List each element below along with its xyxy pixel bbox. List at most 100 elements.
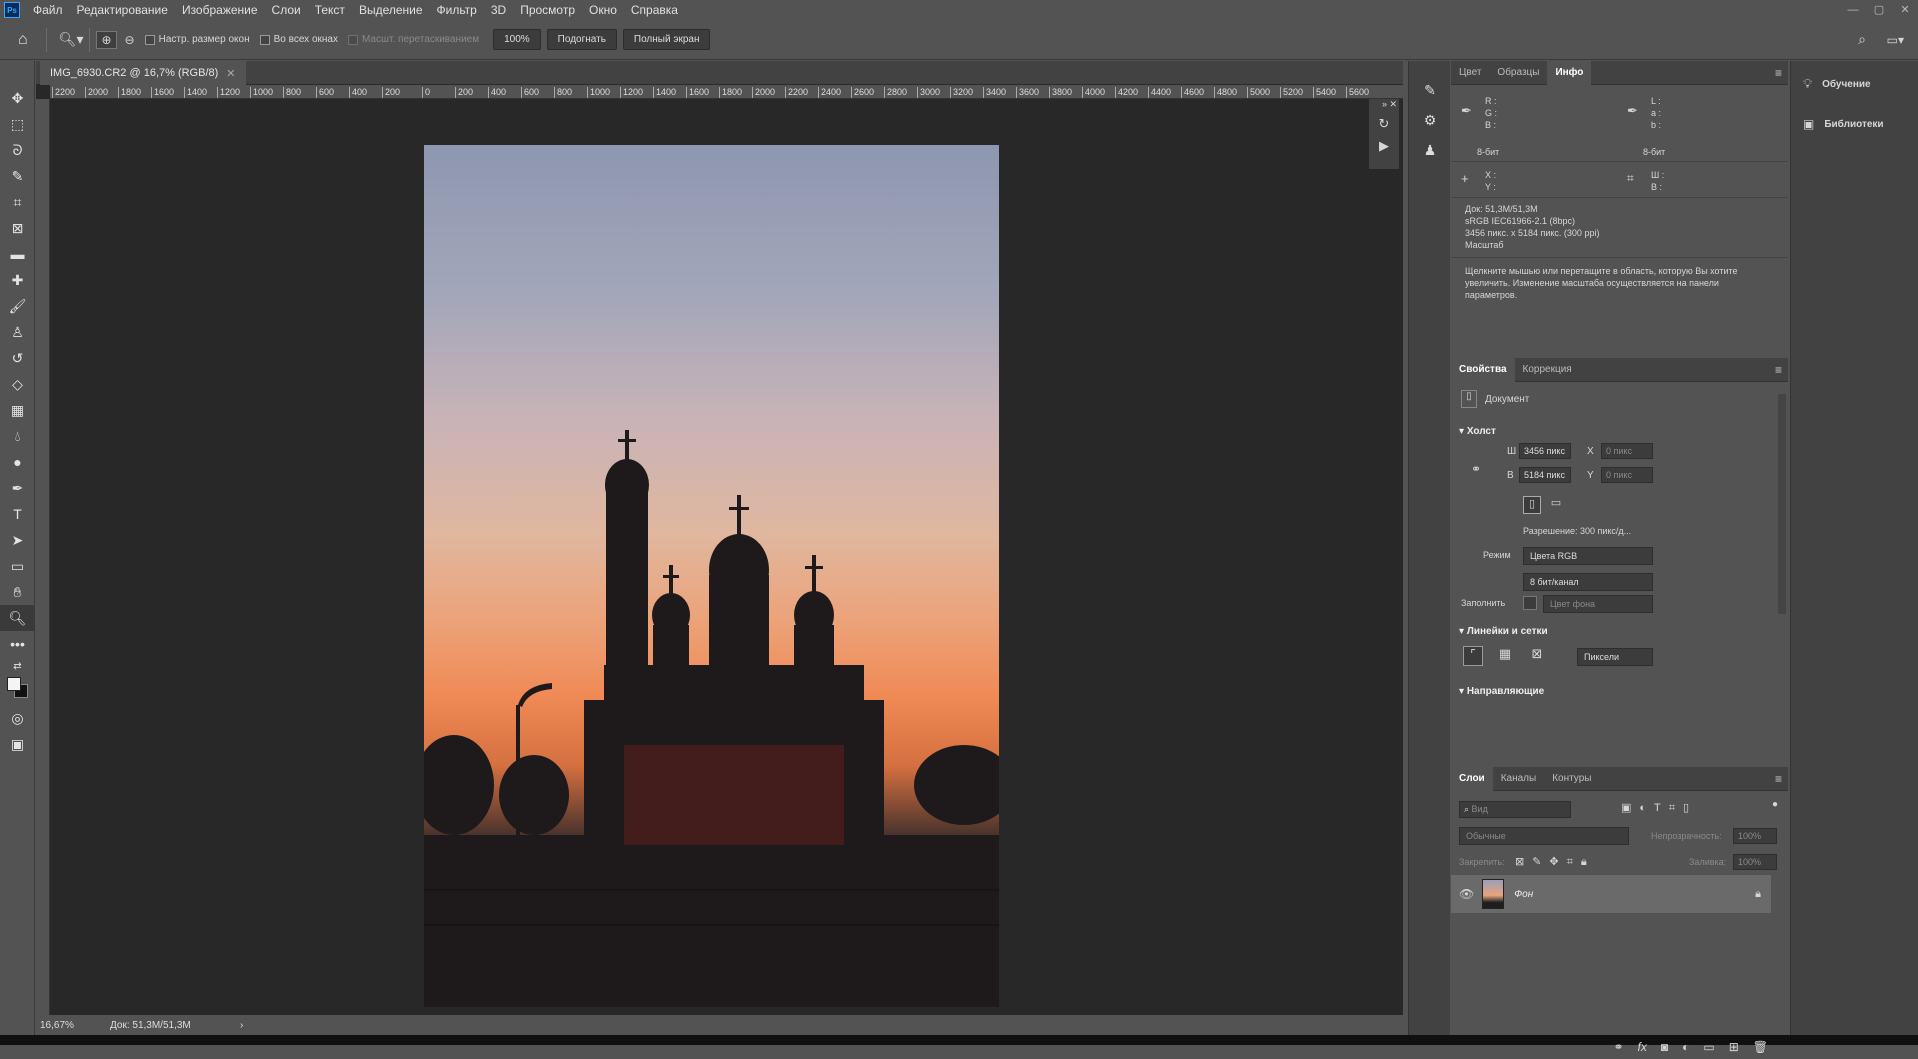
pen-tool-icon[interactable]: ✒ (0, 475, 35, 501)
history-brush-icon[interactable]: ↺ (0, 345, 35, 371)
link-layers-icon[interactable]: ⚭ (1613, 1040, 1623, 1054)
grid-toggle-icon[interactable]: ▦ (1495, 646, 1515, 666)
home-icon[interactable]: ⌂ (18, 31, 28, 49)
path-select-tool-icon[interactable]: ➤ (0, 527, 35, 553)
width-field[interactable]: 3456 пикс (1519, 443, 1571, 459)
link-icon[interactable]: ⚭ (1471, 462, 1481, 476)
learn-item[interactable]: 💡︎ Обучение (1791, 69, 1918, 99)
tab-properties[interactable]: Свойства (1451, 357, 1515, 382)
filter-toggle-icon[interactable]: ● (1772, 799, 1778, 810)
stamp-tool-icon[interactable]: ♙ (0, 319, 35, 345)
x-field[interactable]: 0 пикс (1601, 443, 1653, 459)
layer-row[interactable]: 👁︎ Фон 🔒︎ (1451, 875, 1771, 913)
play-action-icon[interactable]: ▶ (1369, 138, 1399, 154)
bit-depth-select[interactable]: 8 бит/канал (1523, 573, 1653, 591)
y-field[interactable]: 0 пикс (1601, 467, 1653, 483)
delete-layer-icon[interactable]: 🗑︎ (1753, 1040, 1768, 1054)
color-swatches[interactable] (0, 675, 35, 705)
mode-select[interactable]: Цвета RGB (1523, 547, 1653, 565)
ruler-toggle-icon[interactable]: ⌜ (1463, 646, 1483, 666)
panel-menu-icon[interactable]: ≡ (1775, 363, 1782, 377)
minimize-button[interactable]: — (1840, 0, 1866, 20)
type-tool-icon[interactable]: T (0, 501, 35, 527)
document-tab[interactable]: IMG_6930.CR2 @ 16,7% (RGB/8) ✕ (40, 61, 246, 85)
tab-channels[interactable]: Каналы (1493, 767, 1545, 791)
quick-select-tool-icon[interactable]: ✎ (0, 163, 35, 189)
hand-tool-icon[interactable]: ✋︎ (0, 579, 35, 605)
status-menu-arrow[interactable]: › (240, 1020, 243, 1031)
quick-mask-icon[interactable]: ◎ (0, 705, 35, 731)
fullscreen-button[interactable]: Полный экран (622, 29, 711, 50)
workspace-icon[interactable]: ▭▾ (1887, 33, 1904, 47)
screen-mode-icon[interactable]: ▣ (0, 731, 35, 757)
menu-window[interactable]: Окно (582, 3, 624, 17)
rectangle-tool-icon[interactable]: ▭ (0, 553, 35, 579)
fx-icon[interactable]: fx (1638, 1040, 1647, 1054)
brush-settings-icon[interactable]: ✎ (1409, 75, 1451, 105)
add-mask-icon[interactable]: ◙ (1661, 1040, 1668, 1054)
guides-header[interactable]: ▾ Направляющие (1451, 680, 1552, 703)
tab-swatches[interactable]: Образцы (1489, 61, 1547, 85)
zoom-in-icon[interactable]: ⊕ (96, 30, 117, 49)
gradient-tool-icon[interactable]: ▦ (0, 397, 35, 423)
tab-layers[interactable]: Слои (1451, 766, 1493, 791)
blur-tool-icon[interactable]: 💧︎ (0, 423, 35, 449)
portrait-orientation-icon[interactable]: ▯ (1523, 496, 1541, 514)
adjust-icon[interactable]: ⚙ (1409, 105, 1451, 135)
marquee-tool-icon[interactable]: ⬚ (0, 111, 35, 137)
zoom-level[interactable]: 16,67% (40, 1020, 110, 1031)
search-icon[interactable]: ⌕ (1858, 31, 1866, 48)
tab-adjustments[interactable]: Коррекция (1515, 358, 1580, 382)
rulers-grids-header[interactable]: ▾ Линейки и сетки (1451, 620, 1556, 643)
dodge-tool-icon[interactable]: ● (0, 449, 35, 475)
menu-file[interactable]: Файл (26, 3, 70, 17)
maximize-button[interactable]: ▢ (1866, 0, 1892, 20)
healing-tool-icon[interactable]: ✚ (0, 267, 35, 293)
panel-menu-icon[interactable]: ≡ (1775, 66, 1782, 80)
new-layer-icon[interactable]: ⊞ (1729, 1040, 1739, 1054)
eraser-tool-icon[interactable]: ◇ (0, 371, 35, 397)
new-group-icon[interactable]: ▭ (1703, 1040, 1714, 1054)
more-tools-icon[interactable]: ••• (0, 631, 35, 657)
frame-tool-icon[interactable]: ⊠ (0, 215, 35, 241)
menu-layers[interactable]: Слои (265, 3, 308, 17)
menu-help[interactable]: Справка (624, 3, 685, 17)
brush-tool-icon[interactable]: 🖌︎ (0, 293, 35, 319)
menu-edit[interactable]: Редактирование (70, 3, 175, 17)
menu-select[interactable]: Выделение (352, 3, 430, 17)
lasso-tool-icon[interactable]: ᘐ (0, 137, 35, 163)
close-tab-icon[interactable]: ✕ (226, 67, 235, 80)
opacity-field[interactable]: 100% (1733, 828, 1777, 844)
zoom-tool-icon[interactable]: 🔍︎ (0, 605, 35, 631)
adjustment-layer-icon[interactable]: ◐ (1682, 1040, 1689, 1054)
canvas-workspace[interactable]: » ✕ ↻ ▶ (50, 99, 1403, 1017)
menu-view[interactable]: Просмотр (513, 3, 582, 17)
resize-windows-checkbox[interactable] (144, 34, 155, 45)
panel-menu-icon[interactable]: ≡ (1775, 772, 1782, 786)
fill-swatch[interactable] (1523, 596, 1537, 610)
fill-select[interactable]: Цвет фона (1543, 595, 1653, 613)
scrubby-zoom-checkbox[interactable] (347, 34, 358, 45)
blend-mode-select[interactable]: Обычные (1459, 827, 1629, 845)
landscape-orientation-icon[interactable]: ▭ (1547, 496, 1565, 514)
fit-button[interactable]: Подогнать (546, 29, 617, 50)
tab-paths[interactable]: Контуры (1544, 767, 1599, 791)
tab-color[interactable]: Цвет (1451, 61, 1489, 85)
layer-name[interactable]: Фон (1514, 889, 1533, 900)
canvas-section-header[interactable]: ▾ Холст (1451, 420, 1504, 443)
menu-3d[interactable]: 3D (484, 3, 513, 17)
visibility-eye-icon[interactable]: 👁︎ (1459, 887, 1474, 901)
move-tool-icon[interactable]: ✥ (0, 85, 35, 111)
tab-info[interactable]: Инфо (1547, 60, 1592, 85)
lock-icons[interactable]: ⊠✎✥⌗🔒︎ (1515, 855, 1595, 869)
filter-icons[interactable]: ▣◐T⌗▯ (1621, 801, 1697, 815)
menu-image[interactable]: Изображение (175, 3, 265, 17)
zoom-out-icon[interactable]: ⊖ (125, 33, 135, 47)
libraries-item[interactable]: ▣ Библиотеки (1791, 109, 1918, 139)
pixel-grid-icon[interactable]: ⊠ (1527, 646, 1547, 666)
clone-source-icon[interactable]: ♟ (1409, 135, 1451, 165)
collapse-panel-icon[interactable]: » ✕ (1369, 99, 1399, 110)
foreground-color-swatch[interactable] (7, 677, 21, 691)
swap-colors-icon[interactable]: ⇄ (0, 657, 35, 675)
menu-filter[interactable]: Фильтр (430, 3, 484, 17)
